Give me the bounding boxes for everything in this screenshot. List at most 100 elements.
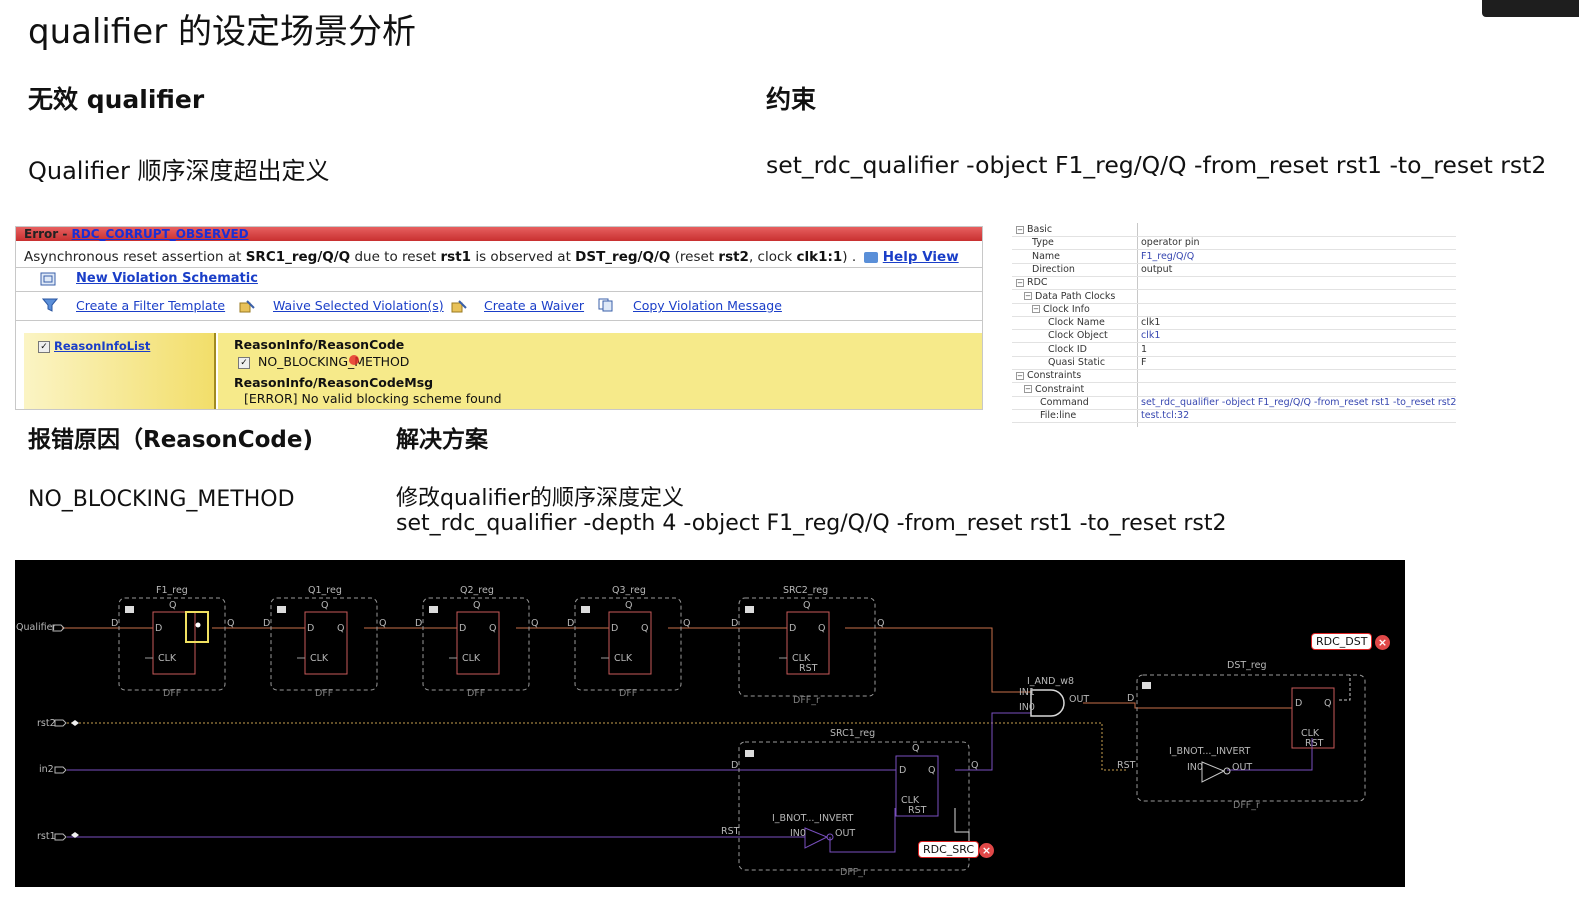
error-code-link[interactable]: RDC_CORRUPT_OBSERVED [72,227,249,241]
collapse-icon[interactable]: − [1024,385,1032,394]
pin-q: Q [531,618,539,629]
solution-command: set_rdc_qualifier -depth 4 -object F1_re… [396,511,1227,536]
port-shapes [52,624,67,841]
property-row[interactable]: − Clock Info [1012,303,1456,317]
waive-icon [239,300,255,313]
pin-q: Q [877,618,885,629]
dst-reg-name: DST_reg [1227,660,1267,671]
pin-d: D [155,623,163,634]
and-in1: IN1 [1019,687,1035,698]
pin-q: Q [912,743,920,754]
pin-d: D [611,623,619,634]
reason-info-list-pane: ✓ ReasonInfoList [24,333,216,409]
msg-part: (reset [670,249,719,265]
msg-part: Asynchronous reset assertion at [24,249,246,265]
help-icon[interactable] [864,251,879,263]
property-table: − Basic Type operator pin Name F1_reg/Q/Q Dire… [1012,223,1456,429]
create-waiver-link[interactable]: Create a Waiver [484,298,584,313]
collapse-icon[interactable]: − [1024,292,1032,300]
property-row[interactable]: Clock ID 1 [1012,343,1456,357]
property-row[interactable]: Clock Name clk1 [1012,316,1456,331]
reason-code-label: ReasonInfo/ReasonCode [234,337,405,352]
new-violation-schematic-link[interactable]: New Violation Schematic [76,271,258,286]
pin-q: Q [803,600,811,611]
pin-rst: RST [1305,738,1324,749]
property-value: F [1141,357,1147,368]
cursor-marker [349,355,359,365]
close-icon[interactable]: × [979,843,994,858]
pin-q: Q [473,600,481,611]
collapse-icon[interactable]: − [1016,371,1024,380]
port-qualifier[interactable]: Qualifier [16,622,56,633]
property-row[interactable]: Type operator pin [1012,236,1456,251]
pin-d: D [307,623,315,634]
q3-reg-name: Q3_reg [612,585,646,596]
q3-type: DFF [619,688,638,699]
copy-icon [598,298,613,312]
pin-clk: CLK [614,653,633,664]
reason-code-checkbox[interactable]: ✓ [238,356,250,369]
collapse-button[interactable] [125,606,134,613]
property-value: set_rdc_qualifier -object F1_reg/Q/Q -fr… [1141,396,1457,408]
pin-q: Q [641,623,649,634]
collapse-button[interactable] [581,606,590,613]
property-row[interactable]: Quasi Static F [1012,356,1456,370]
property-row[interactable]: Command set_rdc_qualifier -object F1_reg/… [1012,396,1456,410]
property-row[interactable]: Direction output [1012,263,1456,277]
property-row[interactable]: − Constraint [1012,383,1456,397]
port-in2[interactable]: in2 [39,764,54,775]
violation-schematic[interactable]: Qualifier rst2 in2 rst1 F1_reg Q1_reg Q2… [15,560,1405,887]
pin-d: D [415,618,423,629]
property-row[interactable]: − Data Path Clocks [1012,290,1456,304]
reason-list-checkbox[interactable]: ✓ [38,340,50,353]
q1-flop [304,611,348,675]
close-icon[interactable]: × [1375,635,1390,650]
reason-msg-value: [ERROR] No valid blocking scheme found [244,391,502,406]
pin-q: Q [379,618,387,629]
divider [16,320,982,321]
collapse-button[interactable] [429,606,438,613]
collapse-icon[interactable]: − [1016,225,1024,234]
property-row[interactable]: Name F1_reg/Q/Q [1012,250,1456,264]
property-row[interactable]: Clock Object clk1 [1012,329,1456,344]
pin-rst: RST [721,826,740,837]
collapse-button[interactable] [745,750,754,757]
property-key-text: Quasi Static [1048,357,1106,368]
collapse-icon[interactable]: − [1032,305,1040,314]
property-key-text: RDC [1027,277,1048,289]
property-key: File:line [1040,410,1076,421]
pin-d: D [731,760,739,771]
pin-q: Q [818,623,826,634]
collapse-button[interactable] [277,606,286,613]
rdc-dst-badge[interactable]: RDC_DST [1311,633,1373,650]
q2-flop [456,611,500,675]
pin-q: Q [337,623,345,634]
property-row[interactable]: File:line test.tcl:32 [1012,409,1456,424]
property-row[interactable]: − Basic [1012,223,1456,237]
q2-type: DFF [467,688,486,699]
q1-reg-name: Q1_reg [308,585,342,596]
pin-q: Q [625,600,633,611]
waive-selected-violations-link[interactable]: Waive Selected Violation(s) [273,298,444,313]
property-value: output [1141,263,1173,275]
rdc-src-badge[interactable]: RDC_SRC [918,841,980,858]
port-rst1[interactable]: rst1 [37,831,56,842]
property-key-text: Constraints [1027,370,1082,382]
reason-info-list-link[interactable]: ReasonInfoList [54,339,150,353]
help-view-link[interactable]: Help View [883,249,959,265]
waiver-icon [451,300,467,313]
pin-q: Q [321,600,329,611]
create-filter-template-link[interactable]: Create a Filter Template [76,298,225,313]
collapse-button[interactable] [1142,682,1151,689]
schematic-canvas [52,597,1366,871]
copy-violation-message-link[interactable]: Copy Violation Message [633,298,782,313]
pin-d: D [789,623,797,634]
port-rst2[interactable]: rst2 [37,718,56,729]
collapse-icon[interactable]: − [1016,278,1024,287]
collapse-button[interactable] [745,606,754,613]
left-description: Qualifier 顺序深度超出定义 [28,157,330,185]
property-row[interactable]: − Constraints [1012,369,1456,384]
constraint-command: set_rdc_qualifier -object F1_reg/Q/Q -fr… [766,151,1547,179]
window-corner-tab [1482,0,1579,17]
property-row[interactable]: − RDC [1012,276,1456,291]
